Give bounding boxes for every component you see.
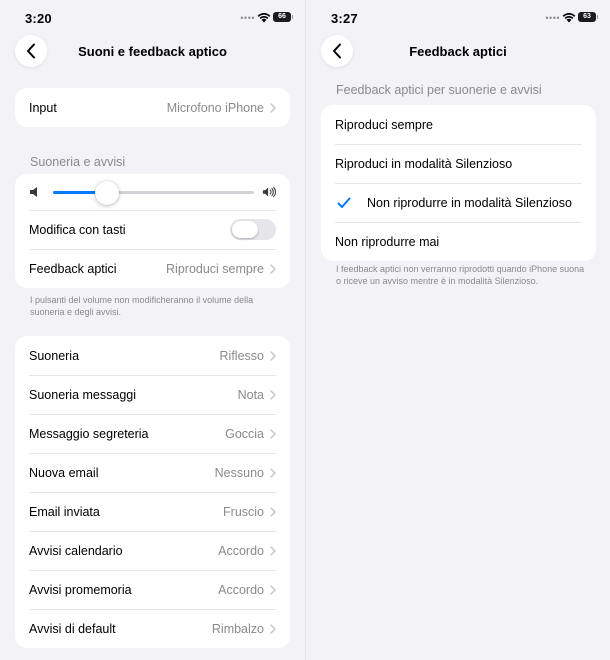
sound-value: Accordo <box>218 543 264 558</box>
haptic-option-label: Non riprodurre in modalità Silenzioso <box>367 195 572 210</box>
haptic-option-row[interactable]: Riproduci sempre <box>321 105 596 144</box>
chevron-right-icon <box>270 467 276 478</box>
haptic-option-label: Riproduci sempre <box>335 117 433 132</box>
sound-value: Nota <box>237 387 264 402</box>
toggle-thumb <box>232 221 258 238</box>
haptic-feedback-value: Riproduci sempre <box>166 261 264 276</box>
haptic-feedback-label: Feedback aptici <box>29 261 117 276</box>
sound-label: Messaggio segreteria <box>29 426 149 441</box>
status-bar: 3:27 •••• 63 <box>306 0 610 36</box>
right-screen: 3:27 •••• 63 Feedback aptici Feedback ap… <box>305 0 610 660</box>
input-row[interactable]: Input Microfono iPhone <box>15 88 290 127</box>
haptics-section-header: Feedback aptici per suonerie e avvisi <box>336 83 542 97</box>
volume-low-icon <box>30 187 37 197</box>
chevron-right-icon <box>270 506 276 517</box>
haptic-option-row[interactable]: Non riprodurre mai <box>321 222 596 261</box>
ringer-section-header: Suoneria e avvisi <box>30 155 126 169</box>
haptic-feedback-row[interactable]: Feedback aptici Riproduci sempre <box>15 249 290 288</box>
status-bar: 3:20 •••• 66 <box>0 0 305 36</box>
ringer-card: Modifica con tasti Feedback aptici Ripro… <box>15 174 290 288</box>
chevron-right-icon <box>270 545 276 556</box>
chevron-right-icon <box>270 428 276 439</box>
sound-row[interactable]: Avvisi calendario Accordo <box>15 531 290 570</box>
sound-value: Rimbalzo <box>211 621 264 636</box>
wifi-icon <box>257 13 271 23</box>
haptics-options-card: Riproduci sempre Riproduci in modalità Si… <box>321 105 596 261</box>
sounds-card: Suoneria Riflesso Suoneria messaggi Nota Mes… <box>15 336 290 648</box>
cellular-dots-icon: •••• <box>545 13 560 23</box>
input-card: Input Microfono iPhone <box>15 88 290 127</box>
chevron-right-icon <box>270 263 276 274</box>
haptic-option-row[interactable]: Riproduci in modalità Silenzioso <box>321 144 596 183</box>
haptic-option-row[interactable]: Non riprodurre in modalità Silenzioso <box>321 183 596 222</box>
status-time: 3:20 <box>25 11 52 26</box>
chevron-right-icon <box>270 102 276 113</box>
sound-row[interactable]: Email inviata Fruscio <box>15 492 290 531</box>
haptics-footnote: I feedback aptici non verranno riprodott… <box>336 264 585 286</box>
battery-icon: 66 <box>273 12 293 22</box>
volume-slider[interactable] <box>53 180 254 205</box>
haptic-option-label: Non riprodurre mai <box>335 234 440 249</box>
sound-row[interactable]: Messaggio segreteria Goccia <box>15 414 290 453</box>
sound-label: Avvisi di default <box>29 621 116 636</box>
change-with-buttons-label: Modifica con tasti <box>29 222 126 237</box>
sound-value: Riflesso <box>219 348 264 363</box>
sound-row[interactable]: Nuova email Nessuno <box>15 453 290 492</box>
sound-row[interactable]: Avvisi promemoria Accordo <box>15 570 290 609</box>
chevron-right-icon <box>270 389 276 400</box>
page-title: Suoni e feedback aptico <box>78 44 227 59</box>
sound-row[interactable]: Avvisi di default Rimbalzo <box>15 609 290 648</box>
volume-slider-row <box>15 174 290 210</box>
sound-label: Suoneria messaggi <box>29 387 137 402</box>
sound-label: Avvisi calendario <box>29 543 123 558</box>
haptic-option-label: Riproduci in modalità Silenzioso <box>335 156 513 171</box>
checkmark-icon <box>337 197 351 208</box>
chevron-right-icon <box>270 350 276 361</box>
sound-value: Fruscio <box>223 504 264 519</box>
volume-slider-knob[interactable] <box>95 180 120 205</box>
sound-value: Nessuno <box>214 465 264 480</box>
left-screen: 3:20 •••• 66 Suoni e feedback aptico Inp… <box>0 0 305 660</box>
cellular-dots-icon: •••• <box>240 13 255 23</box>
sound-value: Accordo <box>218 582 264 597</box>
volume-footnote: I pulsanti del volume non modificheranno… <box>30 295 254 317</box>
sound-label: Suoneria <box>29 348 80 363</box>
sound-label: Email inviata <box>29 504 100 519</box>
chevron-right-icon <box>270 623 276 634</box>
change-with-buttons-row: Modifica con tasti <box>15 210 290 249</box>
chevron-right-icon <box>270 584 276 595</box>
status-time: 3:27 <box>331 11 358 26</box>
battery-icon: 63 <box>578 12 598 22</box>
sound-label: Nuova email <box>29 465 99 480</box>
sound-row[interactable]: Suoneria Riflesso <box>15 336 290 375</box>
sound-value: Goccia <box>225 426 264 441</box>
change-with-buttons-toggle[interactable] <box>230 219 276 240</box>
wifi-icon <box>562 13 576 23</box>
input-value: Microfono iPhone <box>166 100 264 115</box>
sound-row[interactable]: Suoneria messaggi Nota <box>15 375 290 414</box>
input-label: Input <box>29 100 57 115</box>
volume-high-icon <box>262 186 276 198</box>
page-title: Feedback aptici <box>409 44 507 59</box>
sound-label: Avvisi promemoria <box>29 582 132 597</box>
